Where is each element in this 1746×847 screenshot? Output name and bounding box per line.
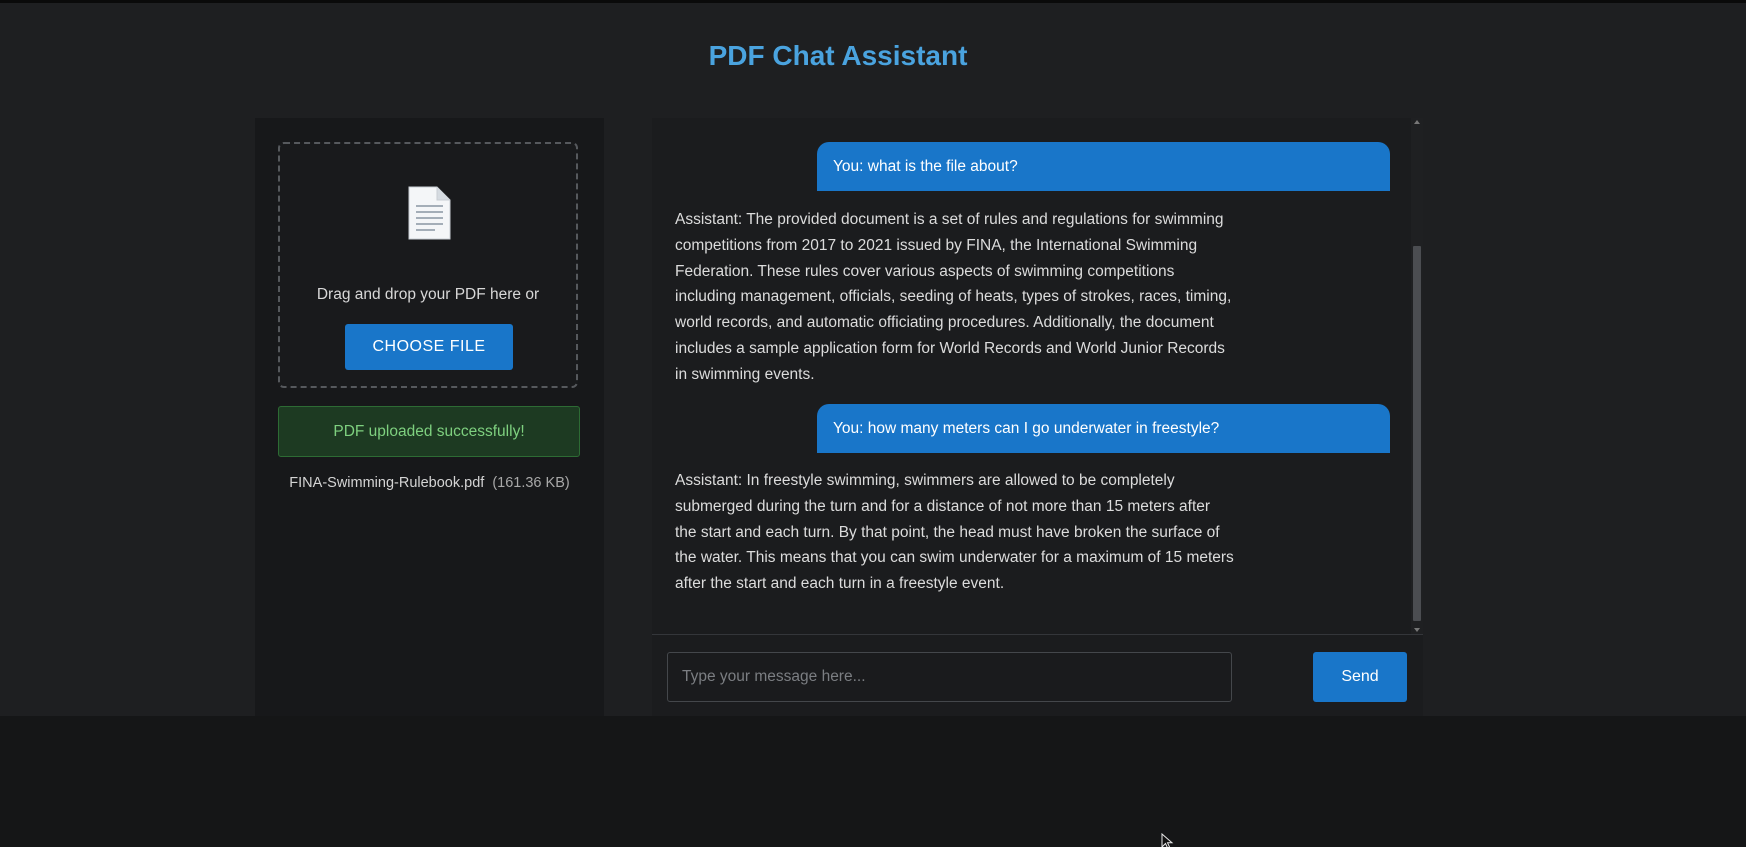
send-button[interactable]: Send [1313,652,1407,702]
user-message: You: what is the file about? [817,142,1390,191]
chat-scrollbar[interactable] [1411,118,1423,634]
file-name: FINA-Swimming-Rulebook.pdf [289,475,485,491]
page-footer-area [0,716,1746,847]
assistant-message: Assistant: The provided document is a se… [675,211,1232,383]
chat-panel: You: what is the file about? Assistant: … [652,118,1423,716]
page-title: PDF Chat Assistant [708,40,968,71]
assistant-message: Assistant: In freestyle swimming, swimme… [675,472,1234,593]
uploaded-file-info: FINA-Swimming-Rulebook.pdf (161.36 KB) [255,475,604,491]
user-message: You: how many meters can I go underwater… [817,404,1390,453]
message-input[interactable] [667,652,1232,702]
pdf-drop-zone[interactable]: Drag and drop your PDF here or CHOOSE FI… [278,142,578,388]
upload-success-message: PDF uploaded successfully! [278,406,580,457]
mouse-cursor-icon [1161,833,1174,847]
upload-panel: Drag and drop your PDF here or CHOOSE FI… [255,118,604,716]
input-divider [652,634,1423,635]
message-list[interactable]: You: what is the file about? Assistant: … [652,118,1411,634]
choose-file-button[interactable]: CHOOSE FILE [345,324,513,370]
scrollbar-thumb[interactable] [1413,246,1421,621]
scroll-up-arrow-icon[interactable] [1414,120,1420,124]
drop-instructions: Drag and drop your PDF here or [316,286,540,303]
scroll-down-arrow-icon[interactable] [1414,628,1420,632]
document-icon [408,186,451,240]
file-size: (161.36 KB) [492,475,570,491]
app-window: PDF Chat Assistant Drag and drop your PD… [0,0,1746,847]
